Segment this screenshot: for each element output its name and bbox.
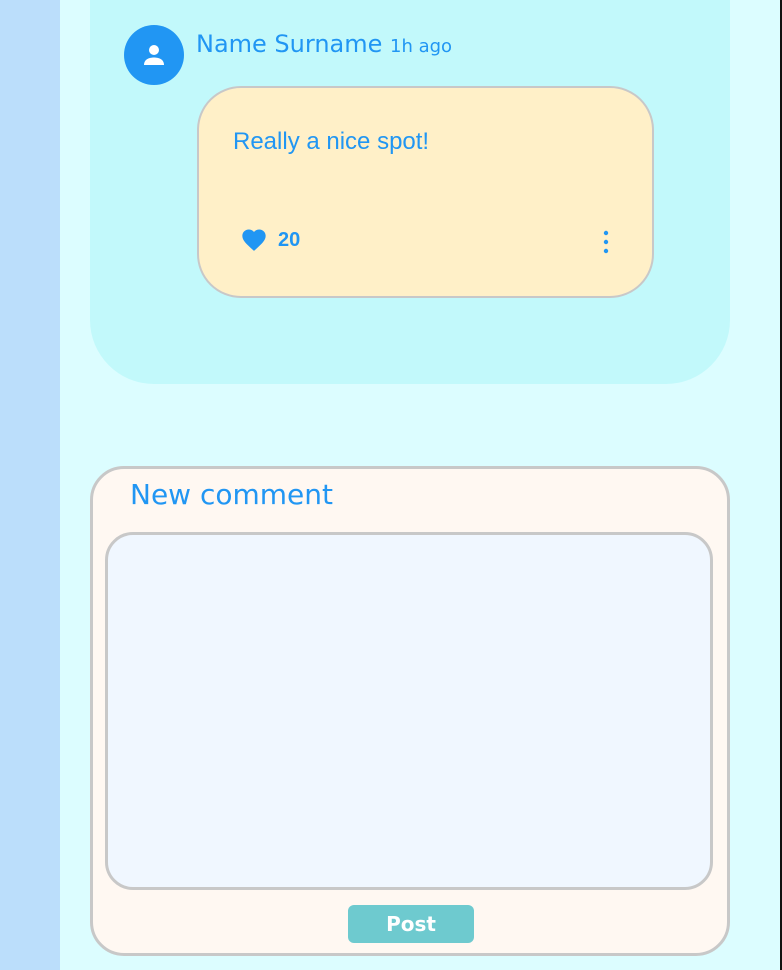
comment-text: Really a nice spot! bbox=[233, 128, 430, 155]
more-vertical-icon bbox=[603, 230, 609, 254]
comment-input[interactable] bbox=[105, 532, 713, 890]
left-sidebar-rail bbox=[0, 0, 60, 970]
person-icon bbox=[144, 45, 164, 65]
more-options-button[interactable] bbox=[594, 226, 618, 258]
author-name[interactable]: Name Surname bbox=[196, 30, 382, 58]
post-button[interactable]: Post bbox=[348, 905, 474, 943]
like-button[interactable] bbox=[240, 226, 268, 254]
heart-icon bbox=[242, 229, 266, 251]
like-count: 20 bbox=[278, 229, 301, 251]
avatar[interactable] bbox=[124, 25, 184, 85]
comment-bubble bbox=[197, 86, 654, 298]
page: Name Surname 1h ago Really a nice spot! … bbox=[0, 0, 782, 970]
comment-timestamp: 1h ago bbox=[390, 36, 453, 57]
new-comment-title: New comment bbox=[130, 478, 333, 511]
